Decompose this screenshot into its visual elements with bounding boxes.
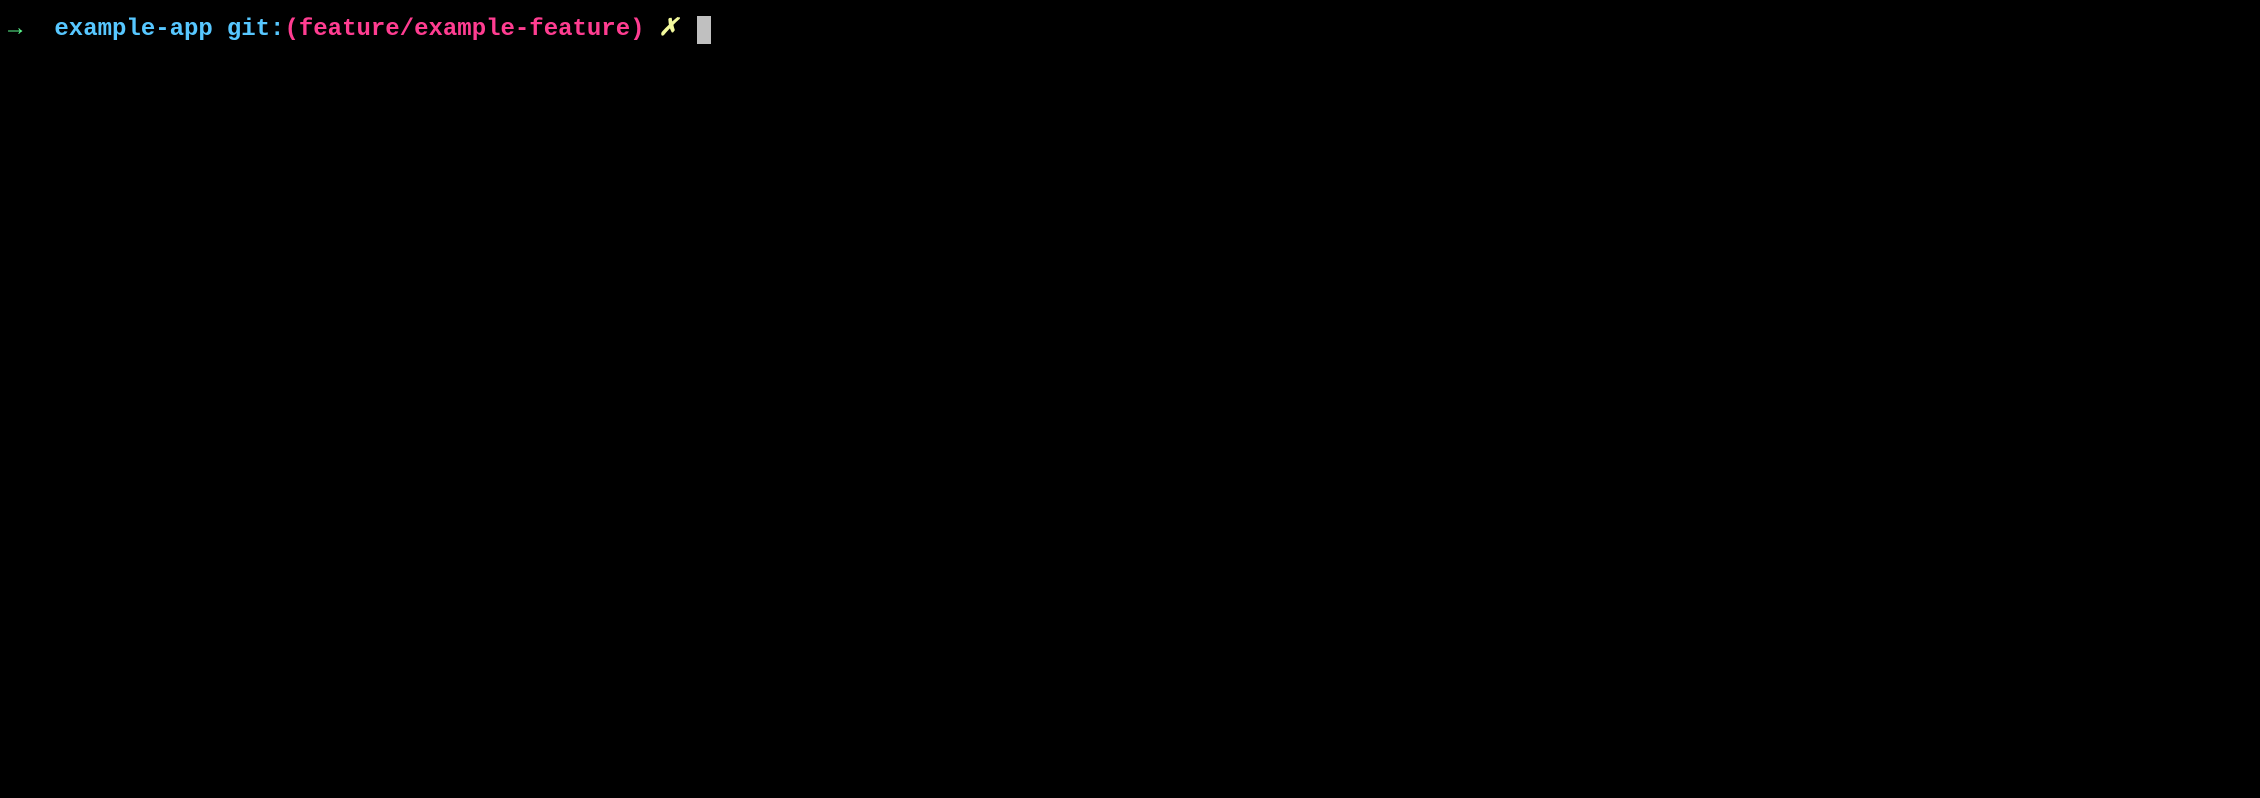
- git-dirty-marker-icon: ✗: [659, 14, 679, 45]
- terminal-prompt-line[interactable]: → example-app git:(feature/example-feature…: [8, 14, 2252, 45]
- git-branch-name: feature/example-feature: [299, 14, 630, 45]
- current-directory: example-app: [54, 14, 212, 45]
- git-paren-close: ): [630, 14, 644, 45]
- terminal-cursor[interactable]: [697, 16, 711, 44]
- git-label: git:: [227, 14, 285, 45]
- git-paren-open: (: [284, 14, 298, 45]
- prompt-arrow-icon: →: [8, 14, 22, 45]
